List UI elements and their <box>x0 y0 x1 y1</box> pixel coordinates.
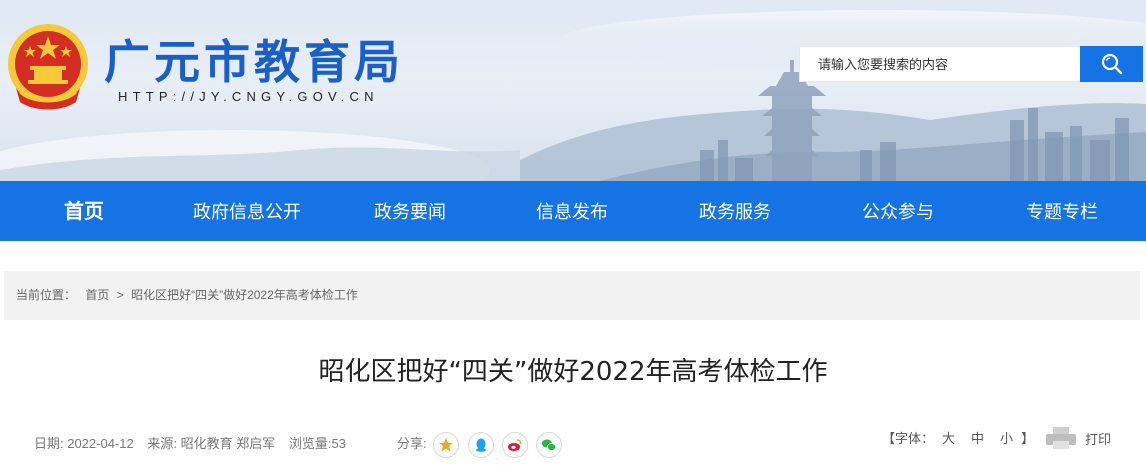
nav-item-info-release[interactable]: 信息发布 <box>536 181 608 241</box>
national-emblem-icon <box>8 24 88 110</box>
font-size-controls: 【字体： 大 中 小】 <box>882 429 1034 449</box>
article-source: 来源: 昭化教育 郑启军 <box>147 436 276 451</box>
font-size-label-close: 】 <box>1021 431 1035 446</box>
breadcrumb: 当前位置： 首页 > 昭化区把好“四关”做好2022年高考体检工作 <box>4 271 1140 320</box>
share-wechat-button[interactable] <box>536 432 562 458</box>
share-qzone-button[interactable] <box>433 432 459 458</box>
wechat-icon <box>542 439 557 451</box>
article-views: 浏览量:53 <box>288 436 346 451</box>
qq-icon <box>476 438 486 452</box>
font-size-medium[interactable]: 中 <box>971 431 984 446</box>
font-size-large[interactable]: 大 <box>942 431 955 446</box>
main-nav: 首页 政府信息公开 政务要闻 信息发布 政务服务 公众参与 专题专栏 <box>0 181 1146 241</box>
qzone-icon <box>439 438 453 452</box>
font-size-small[interactable]: 小 <box>1000 431 1013 446</box>
nav-item-gov-info[interactable]: 政府信息公开 <box>193 181 301 241</box>
nav-item-home[interactable]: 首页 <box>64 181 104 241</box>
print-label: 打印 <box>1085 431 1112 447</box>
print-button[interactable]: 打印 <box>1045 424 1111 452</box>
nav-item-gov-news[interactable]: 政务要闻 <box>374 181 446 241</box>
nav-item-special-topics[interactable]: 专题专栏 <box>1026 181 1098 241</box>
search-icon <box>1101 53 1122 75</box>
article-meta: 日期: 2022-04-12 来源: 昭化教育 郑启军 浏览量:53 <box>34 432 356 456</box>
printer-icon <box>1046 427 1076 449</box>
search-button[interactable] <box>1080 46 1143 82</box>
share-label: 分享: <box>397 436 427 451</box>
article-date: 日期: 2022-04-12 <box>34 436 134 451</box>
share-qq-button[interactable] <box>468 432 494 458</box>
article-title: 昭化区把好“四关”做好2022年高考体检工作 <box>318 357 828 387</box>
breadcrumb-current[interactable]: 昭化区把好“四关”做好2022年高考体检工作 <box>131 288 358 302</box>
nav-item-gov-service[interactable]: 政务服务 <box>699 181 771 241</box>
breadcrumb-separator: > <box>116 288 124 302</box>
site-url: HTTP://JY.CNGY.GOV.CN <box>118 89 379 104</box>
search-box <box>799 46 1081 82</box>
site-title[interactable]: 广元市教育局 <box>104 34 404 90</box>
search-input[interactable] <box>800 47 1080 81</box>
share-weibo-button[interactable] <box>502 432 528 458</box>
font-size-label: 【字体： <box>882 431 935 446</box>
nav-item-public-participation[interactable]: 公众参与 <box>862 181 934 241</box>
breadcrumb-home-link[interactable]: 首页 <box>85 288 109 302</box>
weibo-icon <box>508 439 522 451</box>
site-header: 广元市教育局 HTTP://JY.CNGY.GOV.CN <box>0 0 1146 181</box>
breadcrumb-prefix: 当前位置： <box>16 288 77 302</box>
